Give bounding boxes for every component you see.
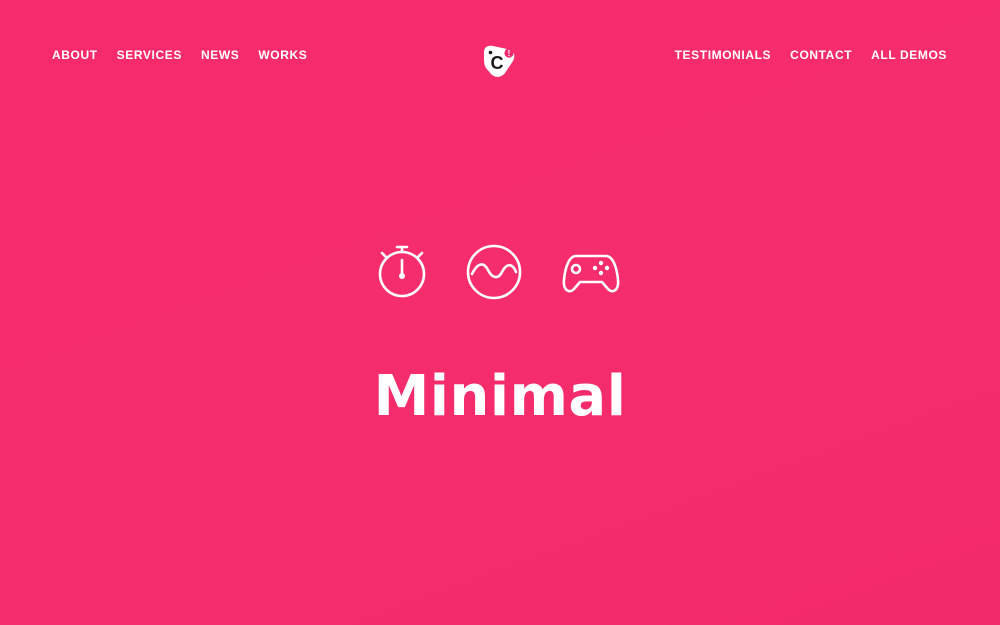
primary-nav-right: TESTIMONIALS CONTACT ALL DEMOS — [656, 46, 947, 64]
nav-link-testimonials[interactable]: TESTIMONIALS — [675, 46, 772, 64]
wave-icon — [466, 244, 522, 300]
primary-nav-left: ABOUT SERVICES NEWS WORKS — [52, 46, 326, 64]
nav-link-all-demos[interactable]: ALL DEMOS — [871, 46, 947, 64]
site-logo[interactable]: C ! — [481, 43, 517, 79]
logo-letter: C — [491, 53, 504, 73]
logo-icon: C ! — [484, 45, 515, 77]
nav-link-contact[interactable]: CONTACT — [790, 46, 852, 64]
gamepad-icon — [562, 254, 620, 293]
nav-link-works[interactable]: WORKS — [258, 46, 307, 64]
hero-icons — [0, 244, 1000, 300]
logo-badge: ! — [508, 49, 511, 58]
stopwatch-icon — [378, 245, 426, 298]
nav-link-news[interactable]: NEWS — [201, 46, 239, 64]
nav-link-services[interactable]: SERVICES — [117, 46, 182, 64]
hero-title: Minimal — [373, 363, 627, 429]
nav-link-about[interactable]: ABOUT — [52, 46, 98, 64]
